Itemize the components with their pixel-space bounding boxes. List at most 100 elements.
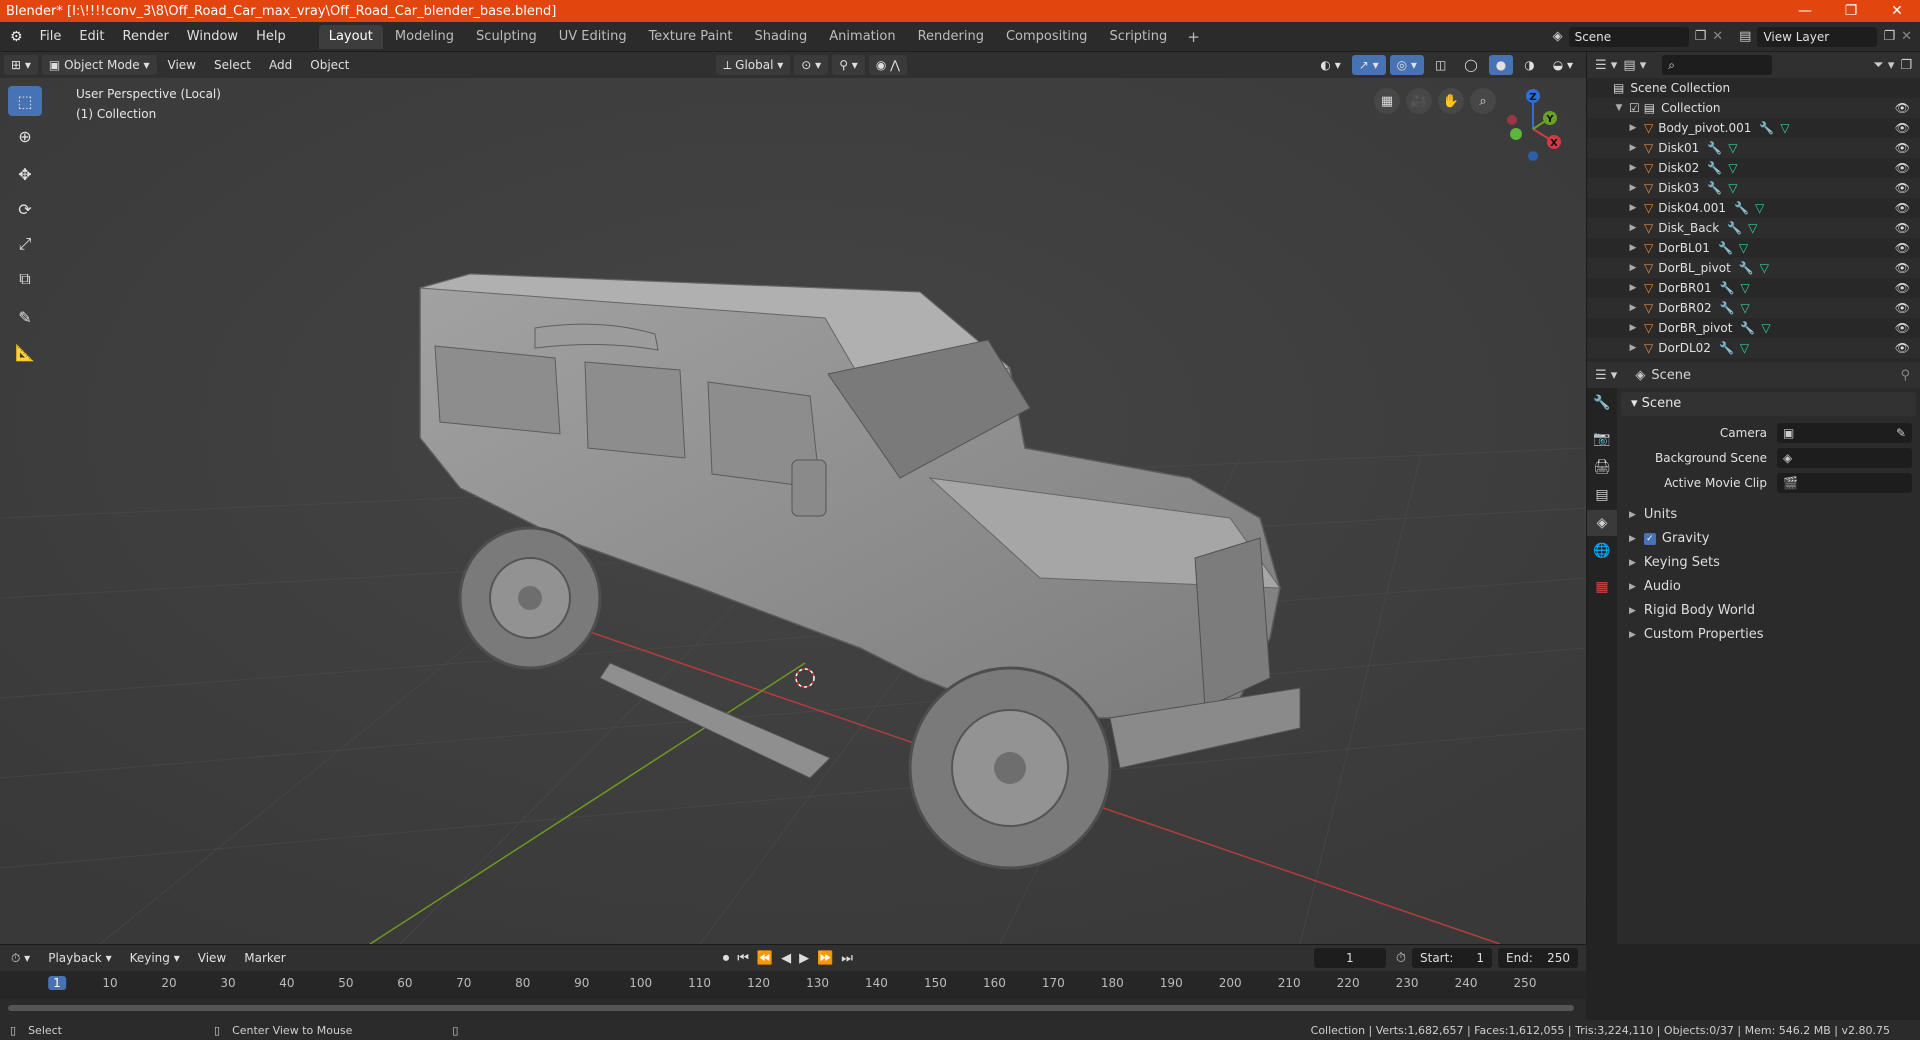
material-shading-icon[interactable]: ◑ <box>1517 55 1541 75</box>
filter-icon[interactable]: ⏷ ▾ <box>1873 58 1894 73</box>
mesh-data-icon[interactable]: ▽ <box>1760 261 1769 275</box>
modifier-icon[interactable]: 🔧 <box>1727 221 1742 235</box>
select-box-tool-icon[interactable]: ⬚ <box>8 86 42 116</box>
eyedropper-icon[interactable]: ✎ <box>1896 426 1906 440</box>
menu-window[interactable]: Window <box>178 22 247 52</box>
modifier-icon[interactable]: 🔧 <box>1707 141 1722 155</box>
menu-render[interactable]: Render <box>114 22 178 52</box>
outliner-row-object[interactable]: ▶ ▽ DorBL_pivot 🔧 ▽ 👁 <box>1587 258 1920 278</box>
scene-field[interactable]: Scene <box>1568 26 1689 47</box>
custom-properties-section[interactable]: ▶ Custom Properties <box>1617 623 1920 647</box>
gravity-section[interactable]: ▶ ✓ Gravity <box>1617 527 1920 551</box>
rendered-shading-icon[interactable]: ◒ ▾ <box>1546 55 1580 75</box>
menu-file[interactable]: File <box>31 22 71 52</box>
transform-orientation-dropdown[interactable]: ⟂ Global ▾ <box>716 55 791 75</box>
eye-icon[interactable]: 👁 <box>1895 261 1910 275</box>
render-tab-icon[interactable]: 📷 <box>1587 426 1617 452</box>
timeline-scrollbar[interactable] <box>8 1005 1574 1011</box>
pivot-point-icon[interactable]: ⊙ ▾ <box>794 55 829 75</box>
outliner-row-object[interactable]: ▶ ▽ DorBR01 🔧 ▽ 👁 <box>1587 278 1920 298</box>
menu-marker[interactable]: Marker <box>237 948 292 968</box>
menu-help[interactable]: Help <box>247 22 295 52</box>
tab-shading[interactable]: Shading <box>744 25 817 49</box>
menu-timeline-view[interactable]: View <box>191 948 233 968</box>
minimize-button[interactable]: — <box>1782 0 1828 22</box>
gravity-checkbox[interactable]: ✓ <box>1643 533 1656 545</box>
add-workspace-icon[interactable]: + <box>1179 28 1208 46</box>
3d-viewport[interactable]: User Perspective (Local) (1) Collection … <box>0 78 1586 944</box>
xray-icon[interactable]: ◫ <box>1428 55 1453 75</box>
texture-tab-icon[interactable]: ▦ <box>1587 574 1617 600</box>
menu-edit[interactable]: Edit <box>70 22 113 52</box>
scene-icon[interactable]: ◈ <box>1553 29 1563 44</box>
expand-object-icon[interactable]: ▶ <box>1627 243 1639 253</box>
outliner-row-object[interactable]: ▶ ▽ DorBR02 🔧 ▽ 👁 <box>1587 298 1920 318</box>
expand-object-icon[interactable]: ▶ <box>1627 223 1639 233</box>
menu-add[interactable]: Add <box>262 55 299 75</box>
expand-collection-icon[interactable]: ▼ <box>1613 103 1625 113</box>
outliner-search-input[interactable]: ⌕ <box>1662 55 1773 75</box>
outliner-row-object[interactable]: ▶ ▽ Disk04.001 🔧 ▽ 👁 <box>1587 198 1920 218</box>
eye-icon[interactable]: 👁 <box>1895 281 1910 295</box>
outliner-row-object[interactable]: ▶ ▽ Body_pivot.001 🔧 ▽ 👁 <box>1587 118 1920 138</box>
tab-uv-editing[interactable]: UV Editing <box>549 25 637 49</box>
mesh-data-icon[interactable]: ▽ <box>1748 221 1757 235</box>
units-section[interactable]: ▶ Units <box>1617 503 1920 527</box>
modifier-icon[interactable]: 🔧 <box>1734 201 1749 215</box>
expand-object-icon[interactable]: ▶ <box>1627 123 1639 133</box>
tab-compositing[interactable]: Compositing <box>996 25 1098 49</box>
mesh-data-icon[interactable]: ▽ <box>1728 161 1737 175</box>
new-scene-icon[interactable]: ❐ <box>1695 29 1707 44</box>
editor-type-icon[interactable]: ⊞ ▾ <box>4 55 38 75</box>
outliner-row-object[interactable]: ▶ ▽ DorDL02 🔧 ▽ 👁 <box>1587 338 1920 358</box>
tab-modeling[interactable]: Modeling <box>385 25 464 49</box>
mesh-data-icon[interactable]: ▽ <box>1741 301 1750 315</box>
eye-icon[interactable]: 👁 <box>1895 321 1910 335</box>
mesh-data-icon[interactable]: ▽ <box>1755 201 1764 215</box>
menu-view[interactable]: View <box>161 55 203 75</box>
modifier-icon[interactable]: 🔧 <box>1739 261 1754 275</box>
eye-icon[interactable]: 👁 <box>1895 121 1910 135</box>
eye-icon[interactable]: 👁 <box>1895 301 1910 315</box>
current-frame-input[interactable]: 1 <box>1313 948 1386 968</box>
toggle-camera-grid-icon[interactable]: ▦ <box>1374 88 1400 114</box>
mesh-data-icon[interactable]: ▽ <box>1728 141 1737 155</box>
active-clip-field[interactable]: 🎬 <box>1777 472 1912 493</box>
play-icon[interactable]: ▶ <box>799 951 809 966</box>
eye-icon[interactable]: 👁 <box>1895 141 1910 155</box>
mesh-data-icon[interactable]: ▽ <box>1740 341 1749 355</box>
modifier-icon[interactable]: 🔧 <box>1759 121 1774 135</box>
tool-tab-icon[interactable]: 🔧 <box>1587 390 1617 416</box>
modifier-icon[interactable]: 🔧 <box>1720 281 1735 295</box>
menu-object[interactable]: Object <box>303 55 356 75</box>
maximize-button[interactable]: ❐ <box>1828 0 1874 22</box>
tab-sculpting[interactable]: Sculpting <box>466 25 547 49</box>
display-mode-icon[interactable]: ▤ ▾ <box>1623 58 1646 73</box>
navigation-gizmo[interactable]: Z X Y <box>1498 84 1568 164</box>
modifier-icon[interactable]: 🔧 <box>1740 321 1755 335</box>
eye-icon[interactable]: 👁 <box>1895 101 1910 115</box>
view-layer-tab-icon[interactable]: ▤ <box>1587 482 1617 508</box>
overlay-toggle-icon[interactable]: ◎ ▾ <box>1389 55 1424 75</box>
modifier-icon[interactable]: 🔧 <box>1707 161 1722 175</box>
mesh-data-icon[interactable]: ▽ <box>1728 181 1737 195</box>
expand-object-icon[interactable]: ▶ <box>1627 163 1639 173</box>
expand-object-icon[interactable]: ▶ <box>1627 183 1639 193</box>
start-frame-input[interactable]: Start: 1 <box>1412 948 1492 968</box>
next-keyframe-icon[interactable]: ⏩ <box>817 951 833 966</box>
timeline-ruler[interactable]: 1 10 20 30 40 50 60 70 80 90 100 110 120 130 140 150 160… <box>0 971 1586 1011</box>
outliner-row-object[interactable]: ▶ ▽ Disk02 🔧 ▽ 👁 <box>1587 158 1920 178</box>
modifier-icon[interactable]: 🔧 <box>1719 341 1734 355</box>
record-icon[interactable]: ⏺ <box>723 951 730 966</box>
modifier-icon[interactable]: 🔧 <box>1718 241 1733 255</box>
expand-object-icon[interactable]: ▶ <box>1627 143 1639 153</box>
tab-rendering[interactable]: Rendering <box>908 25 994 49</box>
eye-icon[interactable]: 👁 <box>1895 201 1910 215</box>
expand-object-icon[interactable]: ▶ <box>1627 263 1639 273</box>
jump-start-icon[interactable]: ⏮ <box>737 951 749 966</box>
outliner-row-object[interactable]: ▶ ▽ DorBL01 🔧 ▽ 👁 <box>1587 238 1920 258</box>
modifier-icon[interactable]: 🔧 <box>1707 181 1722 195</box>
collection-checkbox[interactable]: ☑ <box>1629 101 1640 115</box>
view-layer-field[interactable]: View Layer <box>1757 26 1878 47</box>
close-button[interactable]: ✕ <box>1874 0 1920 22</box>
